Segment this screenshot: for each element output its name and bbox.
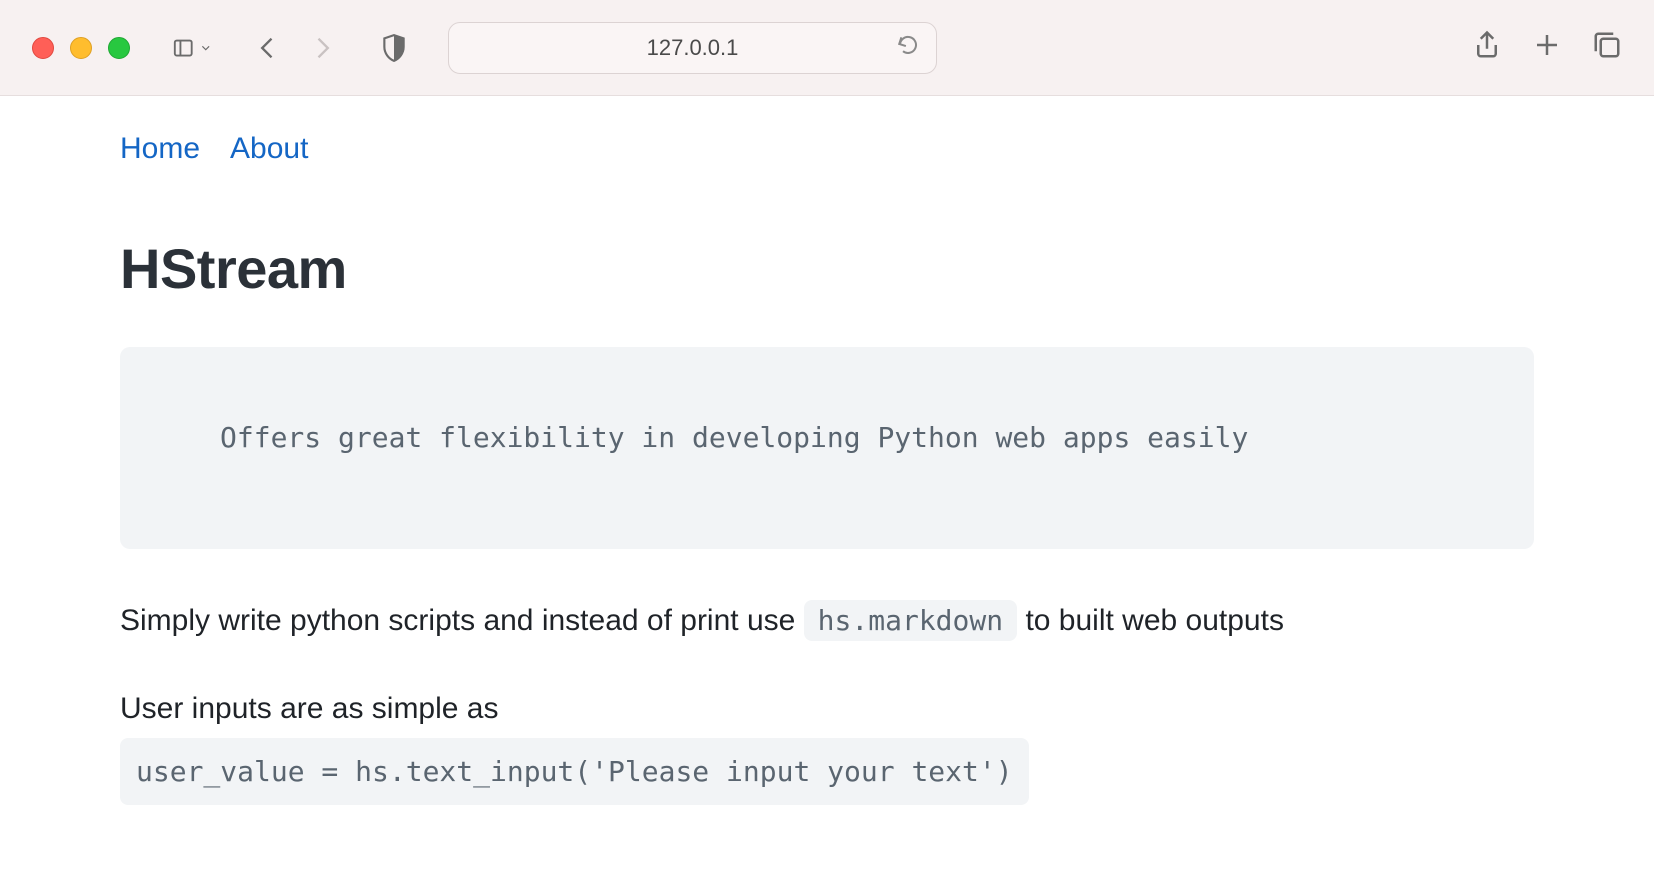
toolbar-right-group [1472, 30, 1622, 65]
chevron-down-icon [199, 39, 213, 57]
paragraph-1-before: Simply write python scripts and instead … [120, 604, 804, 637]
browser-toolbar: 127.0.0.1 [0, 0, 1654, 96]
address-bar[interactable]: 127.0.0.1 [448, 22, 937, 74]
page-title: HStream [120, 236, 1534, 301]
sidebar-icon [172, 33, 195, 63]
nav-link-about[interactable]: About [230, 132, 308, 166]
new-tab-button[interactable] [1532, 30, 1562, 65]
forward-button[interactable] [302, 28, 342, 68]
nav-link-home[interactable]: Home [120, 132, 200, 166]
window-minimize-button[interactable] [70, 37, 92, 59]
tab-overview-button[interactable] [1592, 30, 1622, 65]
tagline-block: Offers great flexibility in developing P… [120, 347, 1534, 549]
chevron-left-icon [254, 34, 282, 62]
reload-button[interactable] [896, 33, 920, 63]
paragraph-1-after: to built web outputs [1025, 604, 1284, 637]
window-traffic-lights [32, 37, 130, 59]
site-nav: Home About [120, 132, 1534, 166]
tabs-icon [1592, 30, 1622, 60]
inline-code-hs-markdown: hs.markdown [804, 600, 1017, 641]
code-block-text-input: user_value = hs.text_input('Please input… [120, 738, 1029, 806]
chevron-right-icon [308, 34, 336, 62]
window-close-button[interactable] [32, 37, 54, 59]
window-zoom-button[interactable] [108, 37, 130, 59]
address-bar-text: 127.0.0.1 [647, 35, 739, 61]
paragraph-1: Simply write python scripts and instead … [120, 599, 1534, 643]
share-button[interactable] [1472, 30, 1502, 65]
share-icon [1472, 30, 1502, 60]
shield-icon [381, 33, 407, 63]
paragraph-2-intro: User inputs are as simple as [120, 683, 1534, 734]
privacy-report-button[interactable] [374, 28, 414, 68]
back-button[interactable] [248, 28, 288, 68]
paragraph-2: User inputs are as simple as user_value … [120, 683, 1534, 806]
page-content: Home About HStream Offers great flexibil… [0, 96, 1654, 805]
plus-icon [1532, 30, 1562, 60]
sidebar-toggle-button[interactable] [172, 28, 212, 68]
reload-icon [896, 33, 920, 57]
